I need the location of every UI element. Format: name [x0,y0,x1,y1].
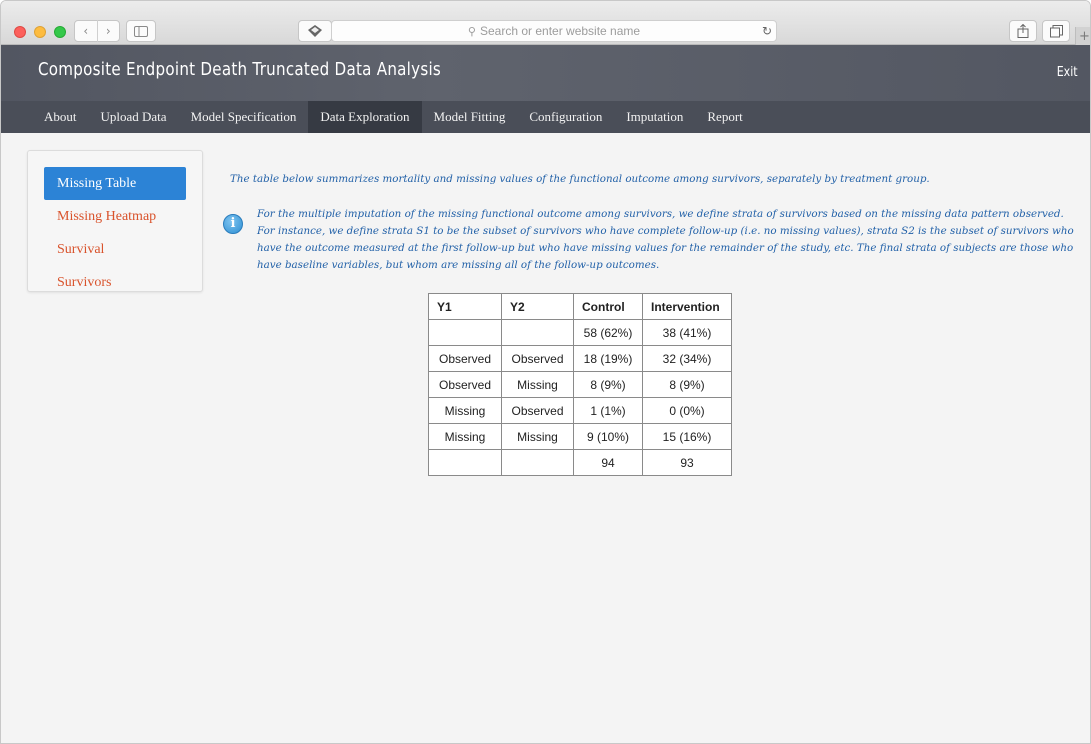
info-text: For the multiple imputation of the missi… [257,208,1074,271]
table-row: Missing Observed 1 (1%) 0 (0%) [428,397,732,424]
table-cell: Missing [428,423,502,450]
side-item-missing-heatmap[interactable]: Missing Heatmap [44,200,186,233]
exit-link[interactable]: Exit [1057,65,1078,80]
address-bar[interactable]: ⚲ Search or enter website name [331,20,777,42]
table-cell: Missing [501,371,574,398]
tab-data-exploration[interactable]: Data Exploration [308,101,422,133]
column-header-intervention: Intervention [642,293,732,320]
table-cell: 94 [573,449,643,476]
tab-model-specification[interactable]: Model Specification [179,101,309,133]
table-row: Missing Missing 9 (10%) 15 (16%) [428,423,732,450]
app-header: Composite Endpoint Death Truncated Data … [1,45,1090,101]
side-item-survivors[interactable]: Survivors [44,266,186,299]
side-item-survival[interactable]: Survival [44,233,186,266]
table-row: 94 93 [428,449,732,476]
reload-icon[interactable]: ↻ [757,20,777,42]
column-header-control: Control [573,293,643,320]
tabs-icon[interactable] [1042,20,1070,42]
side-item-missing-table[interactable]: Missing Table [44,167,186,200]
table-cell: 18 (19%) [573,345,643,372]
browser-toolbar: ‹ › ⚲ Search or enter website name ↻ + [1,1,1090,45]
zoom-window-icon[interactable] [54,26,66,38]
table-cell: Observed [428,345,502,372]
tab-report[interactable]: Report [695,101,754,133]
tab-upload-data[interactable]: Upload Data [89,101,179,133]
forward-icon[interactable]: › [98,24,120,38]
new-tab-icon[interactable]: + [1075,27,1090,45]
table-row: Observed Observed 18 (19%) 32 (34%) [428,345,732,372]
search-icon: ⚲ [467,24,476,38]
column-header-y1: Y1 [428,293,502,320]
table-cell: Observed [501,345,574,372]
tab-imputation[interactable]: Imputation [614,101,695,133]
table-cell [428,449,502,476]
table-row: Observed Missing 8 (9%) 8 (9%) [428,371,732,398]
table-cell [428,319,502,346]
table-cell: 58 (62%) [573,319,643,346]
minimize-window-icon[interactable] [34,26,46,38]
column-header-y2: Y2 [501,293,574,320]
share-icon[interactable] [1009,20,1037,42]
table-cell: 8 (9%) [573,371,643,398]
tab-model-fitting[interactable]: Model Fitting [422,101,518,133]
app-title: Composite Endpoint Death Truncated Data … [38,59,442,80]
table-cell: Missing [501,423,574,450]
content-area: Missing Table Missing Heatmap Survival S… [1,133,1090,743]
table-cell: 38 (41%) [642,319,732,346]
table-cell: 0 (0%) [642,397,732,424]
side-menu: Missing Table Missing Heatmap Survival S… [27,150,203,292]
tab-configuration[interactable]: Configuration [517,101,614,133]
table-cell: 8 (9%) [642,371,732,398]
intro-text: The table below summarizes mortality and… [230,173,930,185]
missing-data-table: Y1 Y2 Control Intervention 58 (62%) 38 (… [428,293,732,476]
sidebar-icon[interactable] [126,20,156,42]
address-placeholder: Search or enter website name [479,24,641,38]
table-cell: Missing [428,397,502,424]
table-cell: 1 (1%) [573,397,643,424]
history-nav-group: ‹ › [74,20,120,42]
table-cell: Observed [428,371,502,398]
main-nav: About Upload Data Model Specification Da… [1,101,1090,133]
close-window-icon[interactable] [14,26,26,38]
table-cell [501,449,574,476]
table-row: 58 (62%) 38 (41%) [428,319,732,346]
table-cell: 93 [642,449,732,476]
table-cell: 32 (34%) [642,345,732,372]
table-cell [501,319,574,346]
table-cell: 9 (10%) [573,423,643,450]
browser-window: ‹ › ⚲ Search or enter website name ↻ + C… [0,0,1091,744]
table-cell: 15 (16%) [642,423,732,450]
extension-icon[interactable] [298,20,332,42]
table-cell: Observed [501,397,574,424]
info-icon: i [223,214,243,234]
table-header-row: Y1 Y2 Control Intervention [428,293,732,320]
tab-about[interactable]: About [32,101,89,133]
back-icon[interactable]: ‹ [75,24,97,38]
